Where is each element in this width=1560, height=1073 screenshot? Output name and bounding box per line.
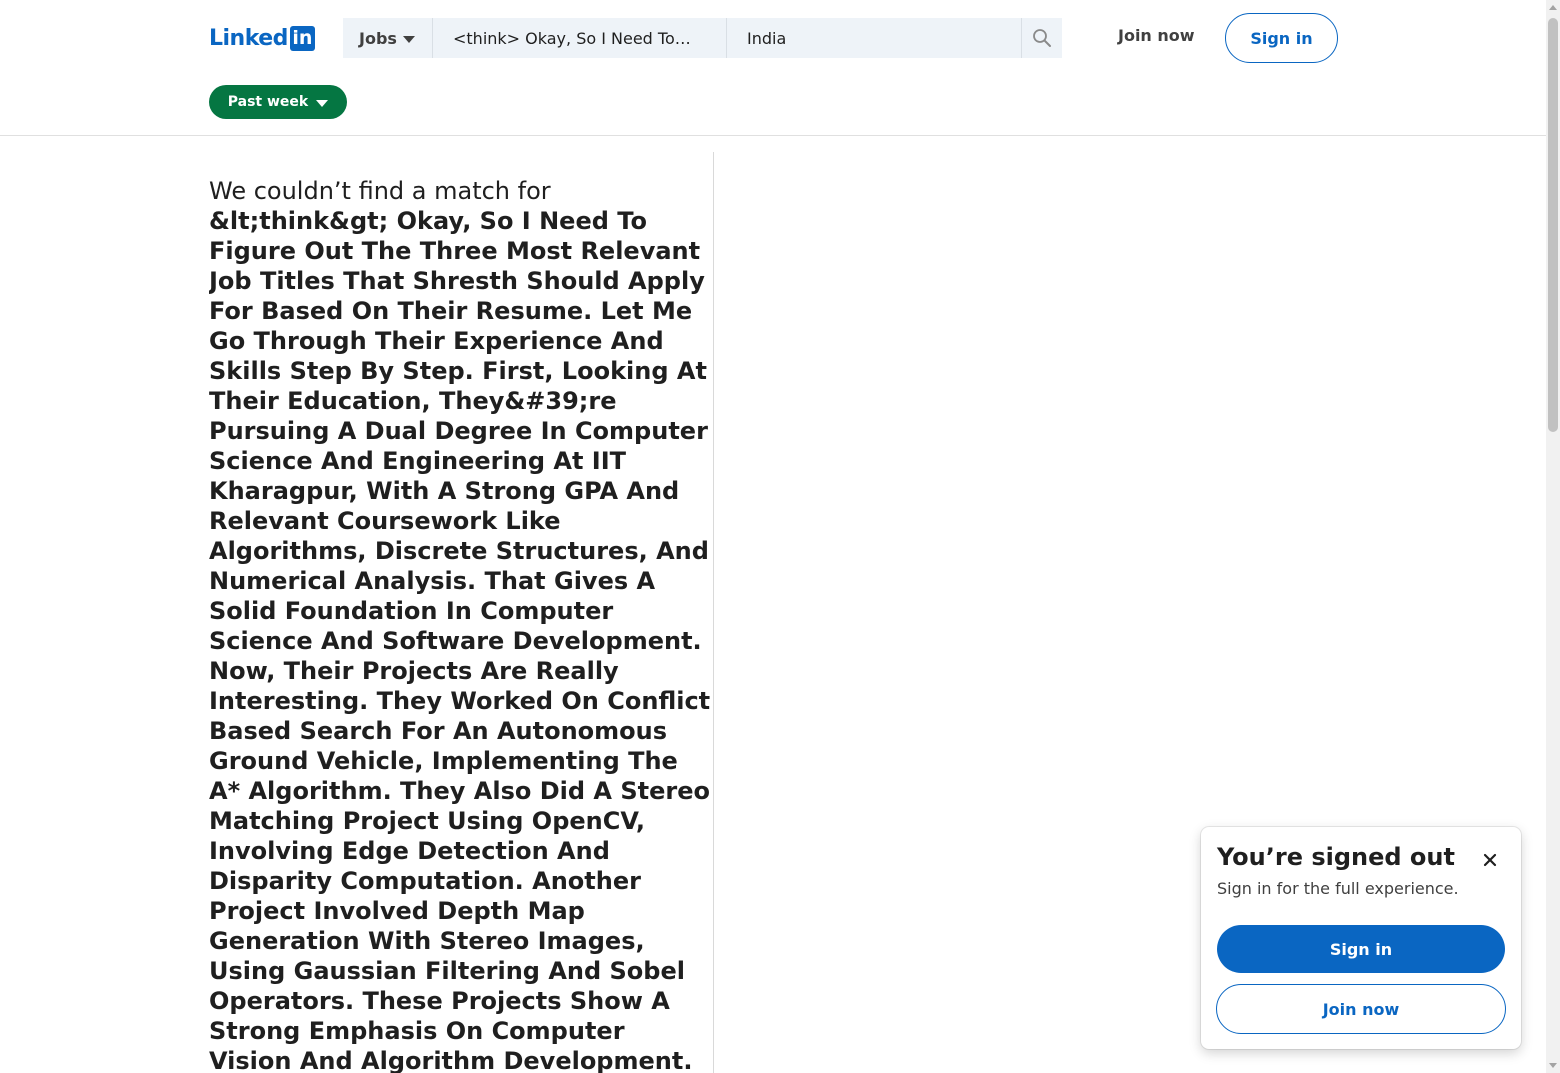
date-posted-filter[interactable]: Past week <box>209 85 347 119</box>
scroll-down-arrow-icon[interactable] <box>1549 1063 1557 1068</box>
job-search-bar: Jobs <box>343 18 1062 58</box>
close-icon <box>1483 853 1497 867</box>
modal-title: You’re signed out <box>1217 843 1455 871</box>
linkedin-logo[interactable]: Linked in <box>209 25 315 51</box>
close-button[interactable] <box>1479 849 1501 871</box>
sign-in-button[interactable]: Sign in <box>1225 13 1338 63</box>
chevron-down-icon <box>402 35 415 43</box>
chevron-down-icon <box>316 99 329 107</box>
search-category-dropdown[interactable]: Jobs <box>343 18 433 58</box>
join-now-link[interactable]: Join now <box>1104 26 1209 50</box>
date-posted-label: Past week <box>227 94 309 110</box>
search-icon <box>1033 29 1051 47</box>
search-category-label: Jobs <box>359 28 397 48</box>
no-match-message: We couldn’t find a match for <box>209 177 551 205</box>
modal-subtitle: Sign in for the full experience. <box>1217 879 1459 898</box>
modal-join-now-button[interactable]: Join now <box>1216 984 1506 1034</box>
signed-out-modal: You’re signed out Sign in for the full e… <box>1201 827 1521 1049</box>
scroll-up-arrow-icon[interactable] <box>1549 5 1557 10</box>
no-match-query: &lt;think&gt; Okay, So I Need To Figure … <box>209 207 711 1073</box>
logo-in-box: in <box>289 25 315 51</box>
page-scrollbar[interactable] <box>1546 0 1560 1073</box>
search-results-panel: We couldn’t find a match for &lt;think&g… <box>209 152 714 1073</box>
search-button[interactable] <box>1021 18 1062 58</box>
modal-sign-in-button[interactable]: Sign in <box>1217 925 1505 973</box>
keywords-input[interactable] <box>433 18 727 58</box>
top-navigation: Linked in Jobs Join now Sign in Past wee… <box>0 0 1546 136</box>
scroll-thumb[interactable] <box>1548 18 1558 432</box>
logo-text: Linked <box>209 25 288 51</box>
location-input[interactable] <box>727 18 1021 58</box>
